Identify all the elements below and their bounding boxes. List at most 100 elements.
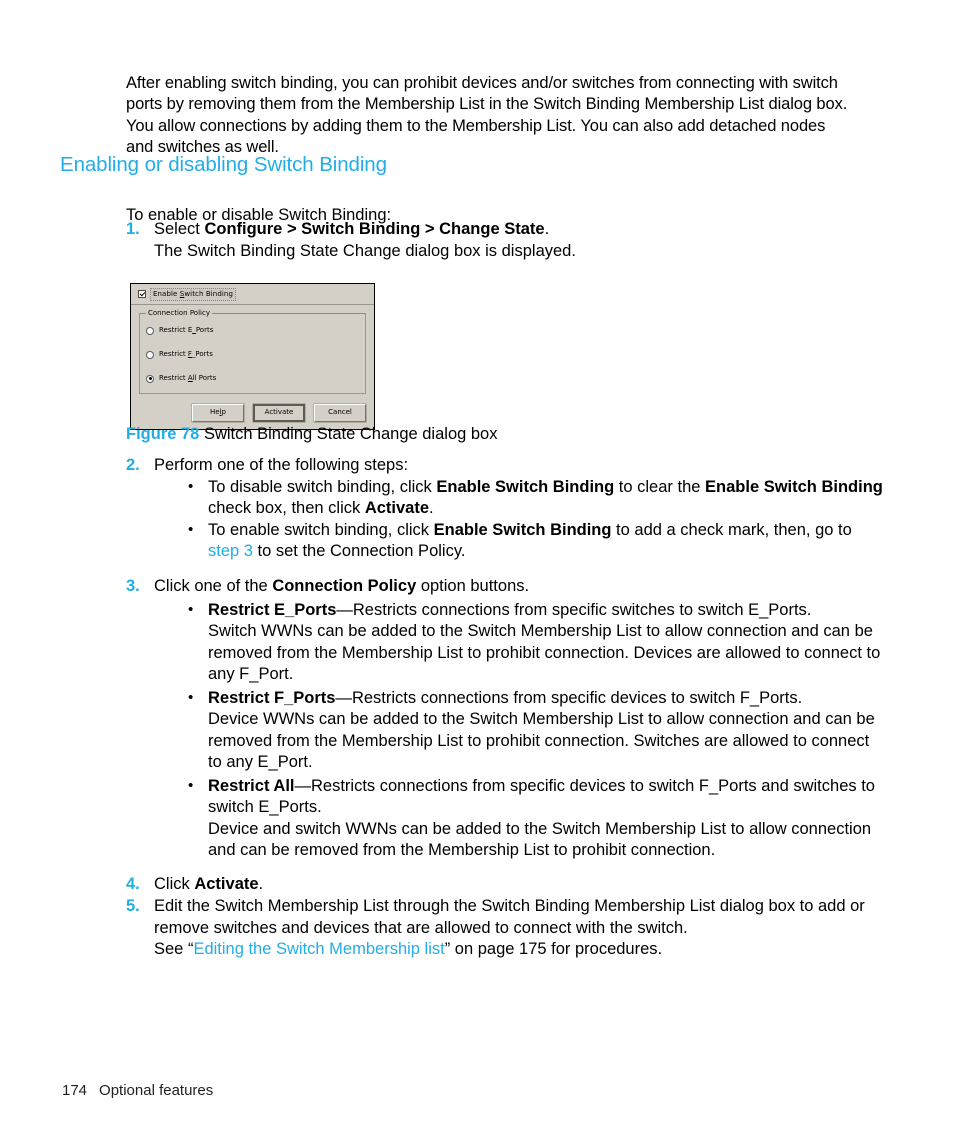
rad2-post: ll Ports xyxy=(192,374,217,382)
activate-bold: Activate xyxy=(194,875,259,893)
list-item: • Restrict E_Ports—Restricts connections… xyxy=(181,600,886,686)
connection-policy-group-title: Connection Policy xyxy=(146,309,212,317)
step-4-prefix: Click xyxy=(154,875,195,893)
see-prefix: See “ xyxy=(154,940,194,958)
b2-p1: To enable switch binding, click xyxy=(208,520,434,539)
radio-restrict-e-ports[interactable]: Restrict E_Ports xyxy=(146,326,359,335)
policy-dash: — xyxy=(294,776,312,795)
step-3-prefix: Click one of the xyxy=(154,577,273,595)
policy-definition: Restricts connections from specific devi… xyxy=(351,688,803,707)
list-item: • To enable switch binding, click Enable… xyxy=(181,520,886,563)
radio-restrict-f-ports-label: Restrict F_Ports xyxy=(159,350,213,359)
step-2-text: Perform one of the following steps: xyxy=(154,456,409,474)
b1-bold3: Activate xyxy=(364,499,430,517)
connection-policy-group: Connection Policy Restrict E_Ports Restr… xyxy=(139,309,366,394)
footer-section-name: Optional features xyxy=(99,1082,214,1099)
b2-p3: to set the Connection Policy. xyxy=(252,542,466,560)
document-page: After enabling switch binding, you can p… xyxy=(0,0,954,1145)
connection-policy-bold: Connection Policy xyxy=(272,577,417,595)
radio-restrict-all-ports-label: Restrict All Ports xyxy=(159,374,216,383)
help-pre: He xyxy=(210,408,220,416)
b1-bold2: Enable Switch Binding xyxy=(705,477,883,496)
bullet-icon: • xyxy=(188,477,194,495)
step-2: 2. Perform one of the following steps: •… xyxy=(126,455,886,563)
b1-p2: to clear the xyxy=(614,477,706,496)
step-2-bullets: • To disable switch binding, click Enabl… xyxy=(154,477,886,563)
step-3-suffix: option buttons. xyxy=(416,577,530,595)
help-post: p xyxy=(221,408,226,416)
b1-p1: To disable switch binding, click xyxy=(208,477,437,496)
list-item: • Restrict All—Restricts connections fro… xyxy=(181,776,886,862)
step-number: 5. xyxy=(126,897,140,915)
step-5-crossref: See “Editing the Switch Membership list”… xyxy=(154,939,886,961)
enable-switch-binding-label: Enable Switch Binding xyxy=(150,287,237,301)
footer-page-number: 174 xyxy=(62,1082,88,1099)
dialog-body: Connection Policy Restrict E_Ports Restr… xyxy=(131,305,374,398)
step-number: 1. xyxy=(126,220,140,238)
activate-button[interactable]: Activate xyxy=(253,404,305,422)
page-footer: 174 Optional features xyxy=(62,1082,213,1099)
policy-body: Device and switch WWNs can be added to t… xyxy=(208,819,872,860)
rad1-post: _Ports xyxy=(191,350,213,358)
editing-switch-membership-list-link[interactable]: Editing the Switch Membership list xyxy=(193,940,444,958)
step-3: 3. Click one of the Connection Policy op… xyxy=(126,576,886,862)
intro-paragraph: After enabling switch binding, you can p… xyxy=(126,73,848,157)
radio-icon[interactable] xyxy=(146,326,154,335)
rad1-pre: Restrict xyxy=(159,350,188,358)
b1-bold1: Enable Switch Binding xyxy=(436,477,615,496)
bullet-icon: • xyxy=(188,600,194,618)
policy-term: Restrict F_Ports xyxy=(208,688,336,707)
switch-binding-state-change-dialog: Enable Switch Binding Connection Policy … xyxy=(130,283,375,430)
menu-path: Configure > Switch Binding > Change Stat… xyxy=(204,220,545,238)
step-5: 5. Edit the Switch Membership List throu… xyxy=(126,896,886,961)
list-item: • To disable switch binding, click Enabl… xyxy=(181,477,886,520)
step-1: 1. Select Configure > Switch Binding > C… xyxy=(126,219,886,262)
b2-p2: to add a check mark, then, go to xyxy=(611,520,852,539)
step-4: 4. Click Activate. xyxy=(126,874,886,896)
checkbox-icon[interactable] xyxy=(138,290,146,298)
step-text: Select Configure > Switch Binding > Chan… xyxy=(154,220,549,238)
figure-78-image: Enable Switch Binding Connection Policy … xyxy=(130,283,375,430)
radio-restrict-e-ports-label: Restrict E_Ports xyxy=(159,326,213,335)
rad0-post: Ports xyxy=(195,326,214,334)
figure-number: Figure 78 xyxy=(126,425,200,443)
b1-p4: . xyxy=(429,499,434,517)
enable-switch-binding-checkbox-row[interactable]: Enable Switch Binding xyxy=(138,287,237,301)
step-1-suffix: . xyxy=(544,220,550,238)
radio-restrict-all-ports[interactable]: Restrict All Ports xyxy=(146,374,359,383)
step-5-text: Edit the Switch Membership List through … xyxy=(154,897,865,937)
list-item: • Restrict F_Ports—Restricts connections… xyxy=(181,688,886,774)
policy-body: Switch WWNs can be added to the Switch M… xyxy=(208,622,881,683)
step-3-crossref-link[interactable]: step 3 xyxy=(208,542,253,560)
step-number: 4. xyxy=(126,875,140,893)
figure-caption-text: Switch Binding State Change dialog box xyxy=(203,425,498,443)
step-1-subline: The Switch Binding State Change dialog b… xyxy=(154,241,576,260)
radio-icon[interactable] xyxy=(146,350,154,359)
step-number: 3. xyxy=(126,577,140,595)
policy-body: Device WWNs can be added to the Switch M… xyxy=(208,710,875,771)
radio-icon-selected[interactable] xyxy=(146,374,154,383)
policy-dash: — xyxy=(336,600,353,619)
figure-caption: Figure 78 Switch Binding State Change di… xyxy=(126,424,497,445)
policy-term: Restrict E_Ports xyxy=(208,600,337,619)
policy-term: Restrict All xyxy=(208,776,295,795)
page-title: Enabling or disabling Switch Binding xyxy=(60,153,387,176)
dialog-header-strip: Enable Switch Binding xyxy=(131,284,374,305)
rad2-pre: Restrict xyxy=(159,374,188,382)
bullet-icon: • xyxy=(188,520,194,538)
chk-post: witch Binding xyxy=(184,289,234,298)
b1-p3: check box, then click xyxy=(208,499,365,517)
see-suffix: ” on page 175 for procedures. xyxy=(444,940,663,958)
policy-dash: — xyxy=(335,688,352,707)
radio-restrict-f-ports[interactable]: Restrict F_Ports xyxy=(146,350,359,359)
bullet-icon: • xyxy=(188,776,194,794)
policy-definition: Restricts connections from specific swit… xyxy=(352,600,812,619)
rad0-pre: Restrict E xyxy=(159,326,193,334)
step-number: 2. xyxy=(126,456,140,474)
cancel-button[interactable]: Cancel xyxy=(314,404,366,422)
bullet-icon: • xyxy=(188,688,194,706)
help-button[interactable]: Help xyxy=(192,404,244,422)
step-3-bullets: • Restrict E_Ports—Restricts connections… xyxy=(154,600,886,862)
step-4-suffix: . xyxy=(258,875,264,893)
b2-bold1: Enable Switch Binding xyxy=(433,520,612,539)
